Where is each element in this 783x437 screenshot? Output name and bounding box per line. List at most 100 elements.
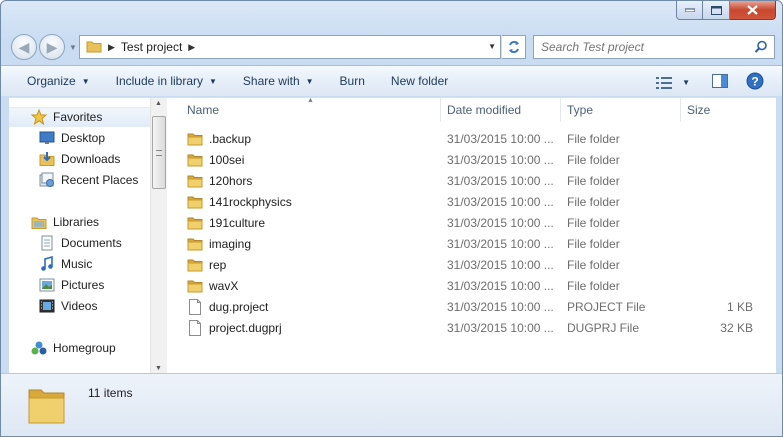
folder-icon xyxy=(187,236,203,252)
item-count: 11 items xyxy=(88,386,133,400)
file-row[interactable]: imaging 31/03/2015 10:00 ... File folder xyxy=(181,233,776,254)
new-folder-button[interactable]: New folder xyxy=(391,74,448,88)
share-with-menu[interactable]: Share with ▼ xyxy=(243,74,314,88)
file-type: File folder xyxy=(567,173,620,188)
svg-text:?: ? xyxy=(751,75,758,89)
nav-item-desktop[interactable]: Desktop xyxy=(9,128,150,148)
file-date-modified: 31/03/2015 10:00 ... xyxy=(447,320,554,335)
nav-item-videos[interactable]: Videos xyxy=(9,296,150,316)
file-icon xyxy=(187,319,203,336)
file-date-modified: 31/03/2015 10:00 ... xyxy=(447,194,554,209)
nav-item-recent-places[interactable]: Recent Places xyxy=(9,170,150,190)
breadcrumb-separator-icon[interactable]: ▶ xyxy=(108,42,115,53)
desktop-icon xyxy=(39,130,55,146)
file-name-cell[interactable]: dug.project xyxy=(181,298,441,315)
view-options-button[interactable]: ▼ xyxy=(656,76,690,89)
file-row[interactable]: rep 31/03/2015 10:00 ... File folder xyxy=(181,254,776,275)
column-header-date-modified[interactable]: Date modified xyxy=(441,98,561,122)
search-input[interactable] xyxy=(541,40,751,54)
nav-label: Documents xyxy=(61,236,122,250)
file-name-cell[interactable]: 100sei xyxy=(181,152,441,168)
file-type: File folder xyxy=(567,194,620,209)
file-name: .backup xyxy=(209,131,252,146)
nav-item-homegroup[interactable]: Homegroup xyxy=(9,338,150,358)
preview-pane-button[interactable] xyxy=(712,74,728,91)
address-history-dropdown[interactable]: ▼ xyxy=(488,42,496,51)
file-name-cell[interactable]: 191culture xyxy=(181,215,441,231)
file-name: imaging xyxy=(209,236,252,251)
recent-pages-dropdown[interactable]: ▼ xyxy=(69,43,77,52)
nav-item-pictures[interactable]: Pictures xyxy=(9,275,150,295)
organize-menu[interactable]: Organize ▼ xyxy=(27,74,90,88)
search-box[interactable] xyxy=(533,35,775,59)
file-name: wavX xyxy=(209,278,239,293)
organize-label: Organize xyxy=(27,74,76,88)
file-name-cell[interactable]: 141rockphysics xyxy=(181,194,441,210)
nav-label: Homegroup xyxy=(53,341,116,355)
file-size: 1 KB xyxy=(726,299,753,314)
column-header-name[interactable]: ▲ Name xyxy=(181,97,441,122)
file-row[interactable]: 191culture 31/03/2015 10:00 ... File folde… xyxy=(181,212,776,233)
file-type: File folder xyxy=(567,236,620,251)
navigation-scrollbar[interactable]: ▲ ▼ xyxy=(150,98,167,374)
nav-item-music[interactable]: Music xyxy=(9,254,150,274)
nav-item-documents[interactable]: Documents xyxy=(9,233,150,253)
file-type: DUGPRJ File xyxy=(567,320,640,335)
maximize-button[interactable] xyxy=(703,1,730,20)
file-type: File folder xyxy=(567,152,620,167)
file-type: File folder xyxy=(567,278,620,293)
burn-button[interactable]: Burn xyxy=(340,74,365,88)
search-icon[interactable] xyxy=(754,40,768,57)
column-header-type[interactable]: Type xyxy=(561,98,681,122)
toolbar-right: ▼ ? xyxy=(642,72,764,93)
nav-item-favorites[interactable]: Favorites xyxy=(9,107,150,127)
folder-icon xyxy=(86,39,102,56)
include-in-library-label: Include in library xyxy=(115,74,203,88)
file-row[interactable]: dug.project 31/03/2015 10:00 ... PROJECT F… xyxy=(181,296,776,317)
include-in-library-menu[interactable]: Include in library ▼ xyxy=(116,74,217,88)
file-row[interactable]: wavX 31/03/2015 10:00 ... File folder xyxy=(181,275,776,296)
file-row[interactable]: .backup 31/03/2015 10:00 ... File folder xyxy=(181,128,776,149)
file-name-cell[interactable]: project.dugprj xyxy=(181,319,441,336)
file-row[interactable]: project.dugprj 31/03/2015 10:00 ... DUGPRJ… xyxy=(181,317,776,338)
nav-item-libraries[interactable]: Libraries xyxy=(9,212,150,232)
file-name-cell[interactable]: .backup xyxy=(181,131,441,147)
main-area: Favorites Desktop Downloads Recent Place… xyxy=(9,97,776,374)
refresh-button[interactable] xyxy=(502,35,526,59)
forward-button[interactable]: ▶ xyxy=(39,34,65,60)
folder-icon xyxy=(187,194,203,210)
help-button[interactable]: ? xyxy=(746,72,764,93)
minimize-button[interactable] xyxy=(676,1,703,20)
documents-icon xyxy=(39,235,55,251)
file-row[interactable]: 100sei 31/03/2015 10:00 ... File folder xyxy=(181,149,776,170)
nav-label: Music xyxy=(61,257,93,271)
column-header-size[interactable]: Size xyxy=(681,98,776,122)
close-icon xyxy=(747,5,758,15)
file-name: 120hors xyxy=(209,173,253,188)
nav-item-downloads[interactable]: Downloads xyxy=(9,149,150,169)
close-button[interactable] xyxy=(730,1,776,20)
back-button[interactable]: ◀ xyxy=(11,34,37,60)
breadcrumb-test-project[interactable]: Test project xyxy=(121,40,182,54)
folder-icon xyxy=(187,131,203,147)
file-name-cell[interactable]: rep xyxy=(181,257,441,273)
file-type: File folder xyxy=(567,215,620,230)
file-name-cell[interactable]: 120hors xyxy=(181,173,441,189)
column-header-label: Type xyxy=(567,103,594,117)
breadcrumb-separator-icon[interactable]: ▶ xyxy=(188,42,195,53)
scroll-down-arrow-icon[interactable]: ▼ xyxy=(155,365,162,372)
homegroup-icon xyxy=(31,340,47,356)
nav-label: Downloads xyxy=(61,152,121,166)
star-icon xyxy=(31,109,47,125)
scrollbar-thumb[interactable] xyxy=(152,116,166,189)
scroll-up-arrow-icon[interactable]: ▲ xyxy=(155,100,162,107)
forward-arrow-icon: ▶ xyxy=(46,38,58,55)
file-name-cell[interactable]: wavX xyxy=(181,278,441,294)
file-row[interactable]: 120hors 31/03/2015 10:00 ... File folder xyxy=(181,170,776,191)
file-name-cell[interactable]: imaging xyxy=(181,236,441,252)
nav-label: Recent Places xyxy=(61,173,139,187)
minimize-icon xyxy=(684,8,695,12)
address-bar[interactable]: ▶ Test project ▶ ▼ xyxy=(79,35,501,59)
file-name: project.dugprj xyxy=(209,320,282,335)
file-row[interactable]: 141rockphysics 31/03/2015 10:00 ... File f… xyxy=(181,191,776,212)
